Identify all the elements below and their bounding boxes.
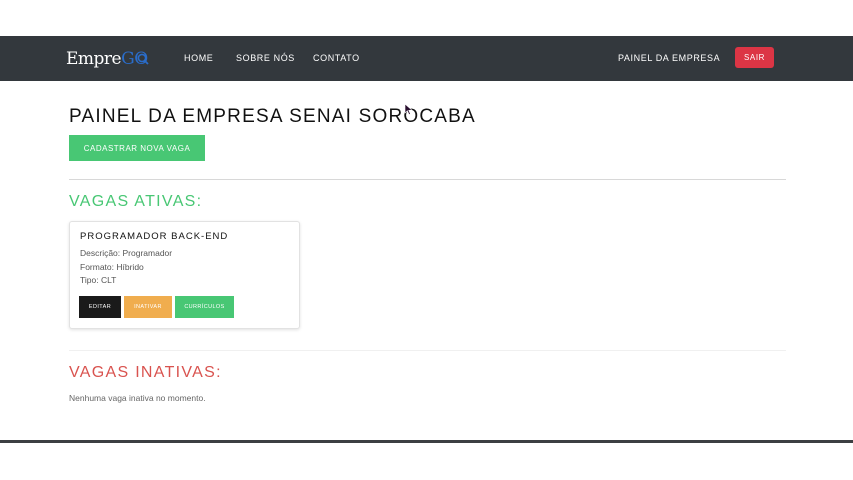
mouse-pointer-icon bbox=[404, 103, 413, 115]
nav-company-panel-link[interactable]: PAINEL DA EMPRESA bbox=[618, 36, 720, 81]
inactive-jobs-heading: VAGAS INATIVAS: bbox=[69, 364, 222, 381]
footer-bar bbox=[0, 440, 853, 443]
top-navbar: Empre GO HOME SOBRE NÓS CONTATO PAINEL DA… bbox=[0, 36, 853, 81]
new-job-button[interactable]: CADASTRAR NOVA VAGA bbox=[69, 135, 205, 161]
job-description: Descrição: Programador bbox=[80, 248, 173, 258]
job-card: PROGRAMADOR BACK-END Descrição: Programa… bbox=[69, 221, 300, 329]
section-divider bbox=[69, 350, 786, 351]
nav-about-link[interactable]: SOBRE NÓS bbox=[236, 36, 295, 81]
magnifier-icon bbox=[137, 53, 149, 65]
inactive-jobs-empty-message: Nenhuma vaga inativa no momento. bbox=[69, 393, 206, 403]
edit-job-button[interactable]: EDITAR bbox=[79, 296, 121, 318]
section-divider bbox=[69, 179, 786, 180]
job-type: Tipo: CLT bbox=[80, 275, 117, 285]
job-title: PROGRAMADOR BACK-END bbox=[80, 231, 229, 242]
page-title: PAINEL DA EMPRESA SENAI SOROCABA bbox=[69, 106, 476, 127]
view-resumes-button[interactable]: CURRÍCULOS bbox=[175, 296, 234, 318]
active-jobs-heading: VAGAS ATIVAS: bbox=[69, 193, 203, 210]
brand-logo[interactable]: Empre GO bbox=[66, 47, 149, 71]
nav-contact-link[interactable]: CONTATO bbox=[313, 36, 360, 81]
job-format: Formato: Híbrido bbox=[80, 262, 144, 272]
logout-button[interactable]: SAIR bbox=[735, 47, 774, 68]
brand-name: Empre bbox=[66, 49, 122, 69]
deactivate-job-button[interactable]: INATIVAR bbox=[124, 296, 172, 318]
nav-home-link[interactable]: HOME bbox=[184, 36, 213, 81]
